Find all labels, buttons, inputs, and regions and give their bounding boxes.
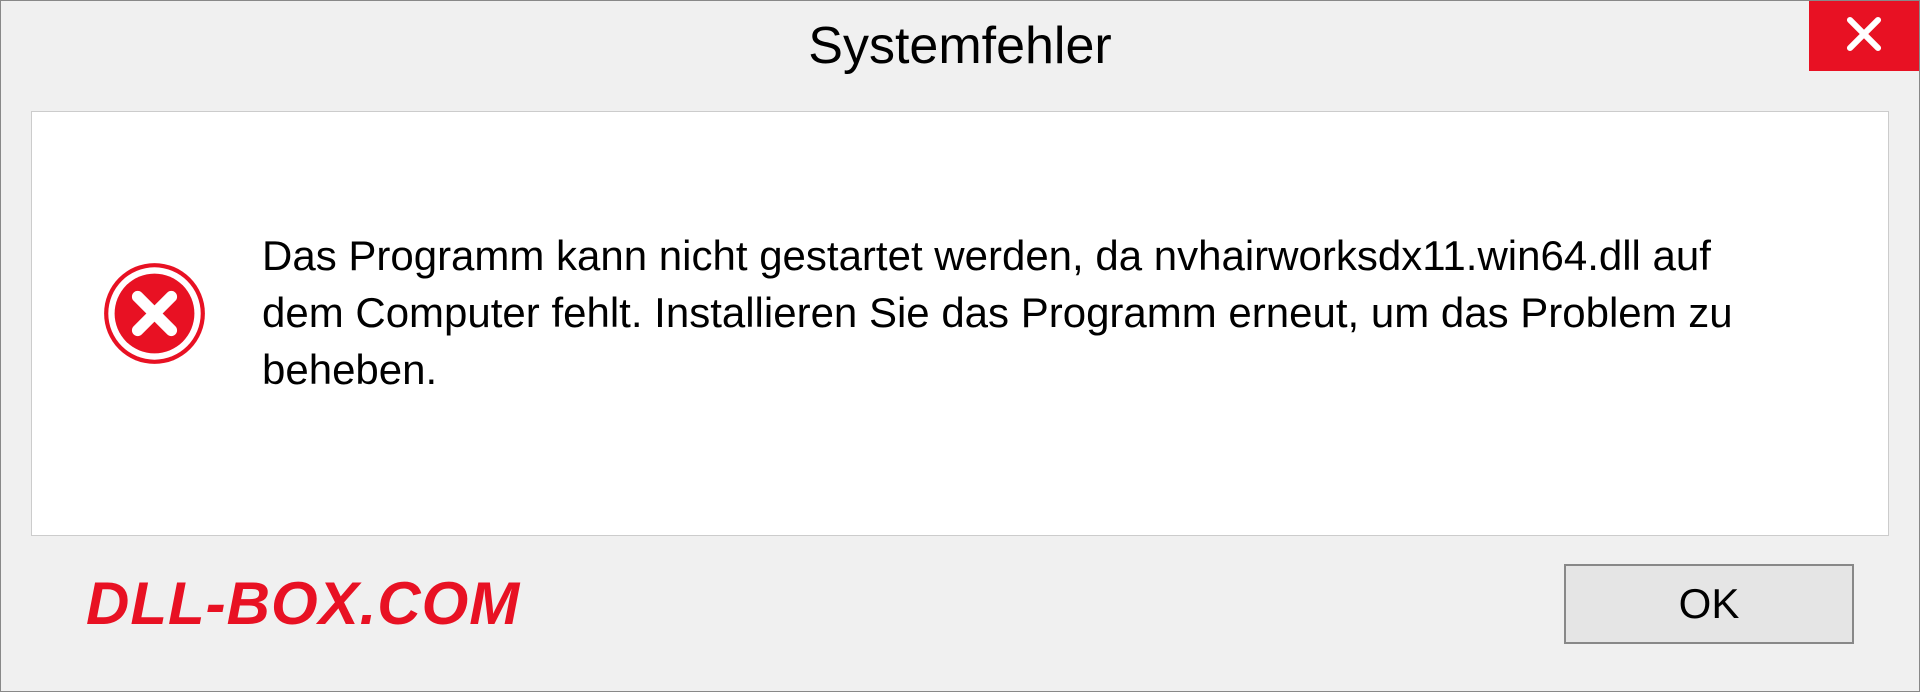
error-icon bbox=[102, 261, 207, 366]
title-bar: Systemfehler bbox=[1, 1, 1919, 91]
watermark-text: DLL-BOX.COM bbox=[86, 569, 520, 638]
dialog-title: Systemfehler bbox=[808, 16, 1111, 76]
message-panel: Das Programm kann nicht gestartet werden… bbox=[31, 111, 1889, 536]
close-button[interactable] bbox=[1809, 1, 1919, 71]
ok-button[interactable]: OK bbox=[1564, 564, 1854, 644]
content-area: Das Programm kann nicht gestartet werden… bbox=[1, 91, 1919, 691]
error-dialog: Systemfehler Das Programm kann nicht ges… bbox=[0, 0, 1920, 692]
close-icon bbox=[1843, 13, 1885, 60]
footer-bar: DLL-BOX.COM OK bbox=[31, 536, 1889, 671]
error-message: Das Programm kann nicht gestartet werden… bbox=[262, 228, 1838, 398]
